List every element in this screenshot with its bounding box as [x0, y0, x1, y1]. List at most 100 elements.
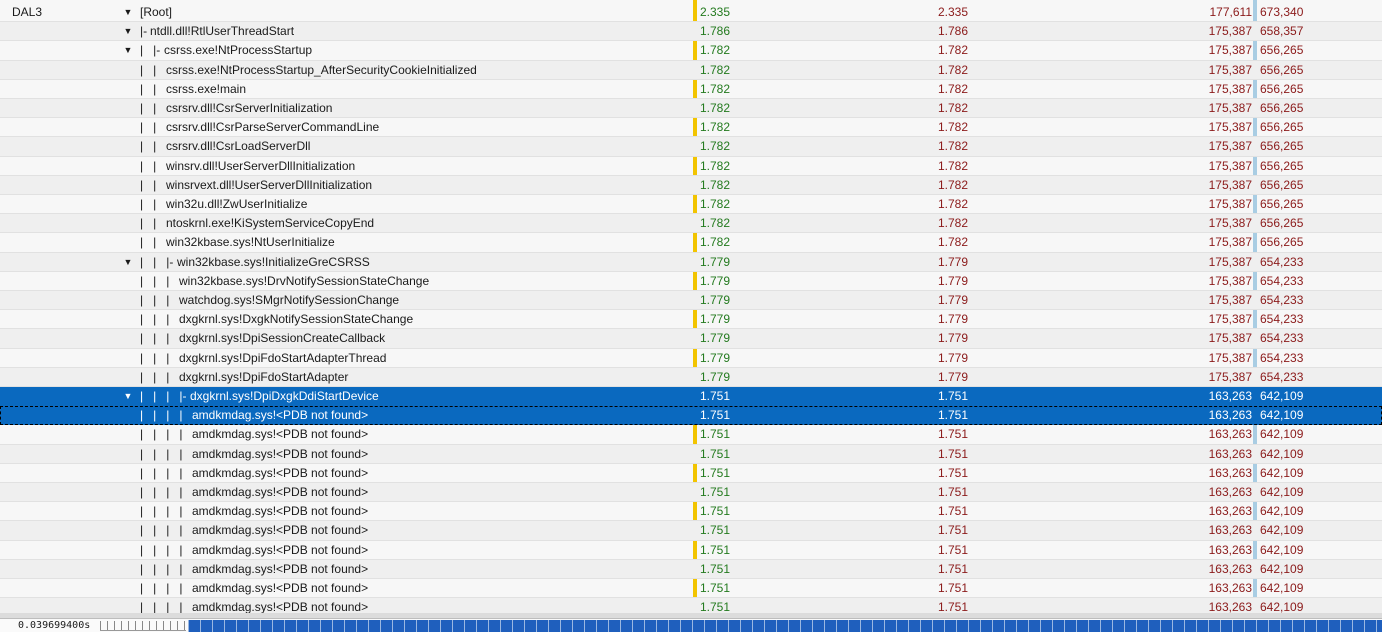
size-value: 642,109	[1260, 427, 1304, 442]
tree-guides: | | | |	[140, 446, 193, 461]
function-name: csrss.exe!NtProcessStartup_AfterSecurity…	[166, 62, 477, 77]
expand-toggle-icon[interactable]: ▼	[122, 3, 134, 21]
stack-cell: ▼ | | | |- dxgkrnl.sys!DpiDxgkDdiStartDev…	[122, 387, 694, 405]
stack-cell: | | | | amdkmdag.sys!<PDB not found>	[122, 579, 694, 597]
tree-guides: | | | |	[140, 600, 193, 613]
table-row[interactable]: | | | dxgkrnl.sys!DpiFdoStartAdapterThre…	[0, 349, 1382, 368]
stack-cell: | | csrsrv.dll!CsrParseServerCommandLine	[122, 118, 694, 136]
stack-cell: | | | | amdkmdag.sys!<PDB not found>	[122, 483, 694, 501]
count-value: 175,387	[1208, 120, 1252, 135]
size-value: 642,109	[1260, 542, 1304, 557]
table-row[interactable]: ▼ |- ntdll.dll!RtlUserThreadStart 1.786 1.7…	[0, 22, 1382, 42]
table-row[interactable]: | | | | amdkmdag.sys!<PDB not found> 1.75…	[0, 541, 1382, 560]
table-row[interactable]: | | | | amdkmdag.sys!<PDB not found> 1.75…	[0, 502, 1382, 522]
function-name: [Root]	[140, 5, 173, 19]
weight-percent-value: 1.786	[937, 24, 968, 39]
table-row[interactable]: | | | | amdkmdag.sys!<PDB not found> 1.75…	[0, 598, 1382, 613]
table-row[interactable]: | | | | amdkmdag.sys!<PDB not found> 1.75…	[0, 425, 1382, 445]
table-row[interactable]: | | | | amdkmdag.sys!<PDB not found> 1.75…	[0, 483, 1382, 503]
expand-toggle-icon[interactable]: ▼	[122, 41, 134, 59]
table-row[interactable]: ▼ | | | |- dxgkrnl.sys!DpiDxgkDdiStartDev…	[0, 387, 1382, 407]
table-row[interactable]: | | csrsrv.dll!CsrParseServerCommandLine…	[0, 118, 1382, 138]
table-row[interactable]: | | | dxgkrnl.sys!DxgkNotifySessionState…	[0, 310, 1382, 330]
stack-cell: | | | | amdkmdag.sys!<PDB not found>	[122, 521, 694, 539]
table-row[interactable]: | | | | amdkmdag.sys!<PDB not found> 1.75…	[0, 406, 1382, 426]
table-row[interactable]: | | | | amdkmdag.sys!<PDB not found> 1.75…	[0, 579, 1382, 599]
table-row[interactable]: | | win32kbase.sys!NtUserInitialize 1.782…	[0, 233, 1382, 253]
size-value: 654,233	[1260, 350, 1304, 365]
stack-cell: ▼ |- ntdll.dll!RtlUserThreadStart	[122, 22, 694, 40]
table-row[interactable]: | | | | amdkmdag.sys!<PDB not found> 1.75…	[0, 444, 1382, 464]
count-value: 175,387	[1208, 158, 1252, 173]
weight-percent-value: 1.782	[937, 62, 968, 77]
tree-guides: | |	[140, 235, 167, 250]
function-name: csrsrv.dll!CsrParseServerCommandLine	[166, 120, 380, 135]
tree-guides: | | | |	[140, 465, 193, 480]
table-row[interactable]: | | csrss.exe!NtProcessStartup_AfterSecu…	[0, 60, 1382, 80]
table-row[interactable]: | | winsrv.dll!UserServerDllInitializati…	[0, 157, 1382, 176]
function-name: amdkmdag.sys!<PDB not found>	[192, 581, 369, 595]
table-row[interactable]: | | | | amdkmdag.sys!<PDB not found> 1.75…	[0, 559, 1382, 579]
table-row[interactable]: | | | | amdkmdag.sys!<PDB not found> 1.75…	[0, 521, 1382, 541]
weight-percent-value: 1.751	[937, 542, 968, 557]
tree-guides: |-	[140, 24, 151, 39]
table-row[interactable]: | | csrss.exe!main 1.782 1.782 175,387 656,2…	[0, 80, 1382, 99]
table-row[interactable]: | | csrsrv.dll!CsrServerInitialization 1.…	[0, 99, 1382, 119]
table-row[interactable]: | | csrsrv.dll!CsrLoadServerDll 1.782 1.78…	[0, 137, 1382, 157]
stack-cell: ▼ [Root]	[122, 3, 694, 21]
table-row[interactable]: | | win32u.dll!ZwUserInitialize 1.782 1.78…	[0, 195, 1382, 215]
stack-cell: | | | dxgkrnl.sys!DpiFdoStartAdapterThre…	[122, 349, 694, 367]
stack-cell: | | | watchdog.sys!SMgrNotifySessionChan…	[122, 291, 694, 309]
tree-guides: | | |	[140, 369, 180, 384]
table-row[interactable]: | | ntoskrnl.exe!KiSystemServiceCopyEnd 1…	[0, 214, 1382, 234]
weight-percent-value: 1.782	[937, 216, 968, 231]
count-value: 177,611	[1209, 5, 1253, 19]
time-track[interactable]	[188, 620, 1382, 632]
tree-guides: | | | |	[140, 504, 193, 519]
count-value: 163,263	[1208, 581, 1252, 595]
function-name: ntdll.dll!RtlUserThreadStart	[150, 24, 295, 39]
size-value: 642,109	[1260, 389, 1304, 403]
expand-toggle-icon[interactable]: ▼	[122, 22, 134, 40]
count-value: 175,387	[1208, 197, 1252, 211]
stack-grid[interactable]: DAL3 ▼ [Root] 2.335 2.335 177,611 673,340 ▼ |- n…	[0, 0, 1382, 613]
size-value: 642,109	[1260, 504, 1304, 519]
stack-cell: | | | | amdkmdag.sys!<PDB not found>	[122, 406, 694, 424]
stack-cell: ▼ | | |- win32kbase.sys!InitializeGreCSRS…	[122, 253, 694, 271]
weight-percent-value: 1.782	[937, 81, 968, 96]
timeline-bar[interactable]: 0.039699400s	[0, 618, 1382, 632]
table-row[interactable]: | | winsrvext.dll!UserServerDllInitializ…	[0, 175, 1382, 195]
table-row[interactable]: ▼ | | |- win32kbase.sys!InitializeGreCSRS…	[0, 252, 1382, 272]
size-value: 654,233	[1260, 254, 1304, 269]
size-value: 642,109	[1260, 408, 1304, 423]
size-value: 654,233	[1260, 331, 1304, 346]
table-row[interactable]: | | | win32kbase.sys!DrvNotifySessionSta…	[0, 272, 1382, 291]
stack-cell: | | | win32kbase.sys!DrvNotifySessionSta…	[122, 272, 694, 290]
table-row[interactable]: | | | dxgkrnl.sys!DpiSessionCreateCallba…	[0, 329, 1382, 349]
function-name: csrss.exe!NtProcessStartup	[164, 43, 313, 58]
table-row[interactable]: ▼ | |- csrss.exe!NtProcessStartup 1.782 1.7…	[0, 41, 1382, 61]
stack-cell: | | win32u.dll!ZwUserInitialize	[122, 195, 694, 213]
function-name: amdkmdag.sys!<PDB not found>	[192, 427, 369, 442]
size-value: 642,109	[1260, 561, 1304, 576]
table-row[interactable]: | | | | amdkmdag.sys!<PDB not found> 1.75…	[0, 464, 1382, 483]
count-value: 163,263	[1208, 523, 1252, 538]
weight-percent-value: 1.751	[937, 465, 968, 480]
weight-percent-value: 1.782	[937, 197, 968, 211]
expand-toggle-icon[interactable]: ▼	[122, 253, 134, 271]
stack-cell: | | | | amdkmdag.sys!<PDB not found>	[122, 445, 694, 463]
table-row[interactable]: | | | dxgkrnl.sys!DpiFdoStartAdapter 1.77…	[0, 367, 1382, 387]
size-value: 656,265	[1260, 197, 1304, 211]
stack-cell: | | | | amdkmdag.sys!<PDB not found>	[122, 425, 694, 443]
count-value: 163,263	[1208, 561, 1252, 576]
weight-percent-value: 1.782	[937, 101, 968, 115]
weight-percent-value: 1.782	[937, 235, 968, 250]
expand-toggle-icon[interactable]: ▼	[122, 387, 134, 405]
size-value: 656,265	[1260, 43, 1304, 58]
table-row[interactable]: DAL3 ▼ [Root] 2.335 2.335 177,611 673,340	[0, 3, 1382, 23]
tree-guides: | |	[140, 62, 167, 77]
count-value: 175,387	[1208, 293, 1252, 307]
count-value: 163,263	[1208, 427, 1252, 442]
table-row[interactable]: | | | watchdog.sys!SMgrNotifySessionChan…	[0, 291, 1382, 311]
stack-cell: ▼ | |- csrss.exe!NtProcessStartup	[122, 41, 694, 59]
